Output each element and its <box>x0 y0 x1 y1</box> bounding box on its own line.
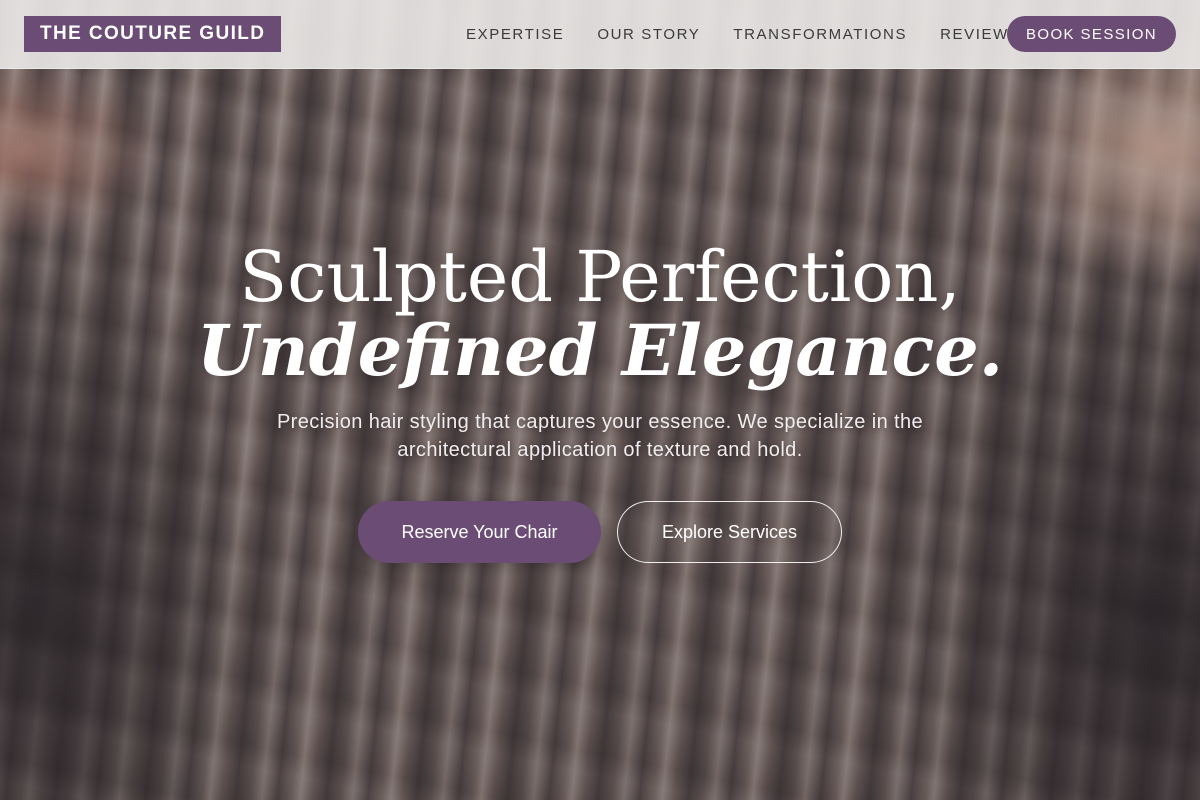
nav-link-transformations[interactable]: TRANSFORMATIONS <box>733 26 907 43</box>
nav-link-expertise[interactable]: EXPERTISE <box>466 26 564 43</box>
hero-headline: Sculpted Perfection, Undefined Elegance. <box>0 238 1200 386</box>
explore-services-button[interactable]: Explore Services <box>617 501 842 563</box>
hero-cta-group: Reserve Your Chair Explore Services <box>0 501 1200 563</box>
reserve-chair-button[interactable]: Reserve Your Chair <box>358 501 601 563</box>
headline-line-2: Undefined Elegance. <box>196 309 1004 392</box>
main-nav: EXPERTISE OUR STORY TRANSFORMATIONS REVI… <box>466 0 1053 69</box>
site-header: THE COUTURE GUILD EXPERTISE OUR STORY TR… <box>0 0 1200 69</box>
headline-line-1: Sculpted Perfection, <box>239 236 961 318</box>
brand-logo[interactable]: THE COUTURE GUILD <box>24 16 282 52</box>
book-session-button[interactable]: BOOK SESSION <box>1007 16 1176 52</box>
hero-section: Sculpted Perfection, Undefined Elegance.… <box>0 238 1200 464</box>
hero-subtext: Precision hair styling that captures you… <box>276 411 924 461</box>
nav-link-our-story[interactable]: OUR STORY <box>597 26 700 43</box>
